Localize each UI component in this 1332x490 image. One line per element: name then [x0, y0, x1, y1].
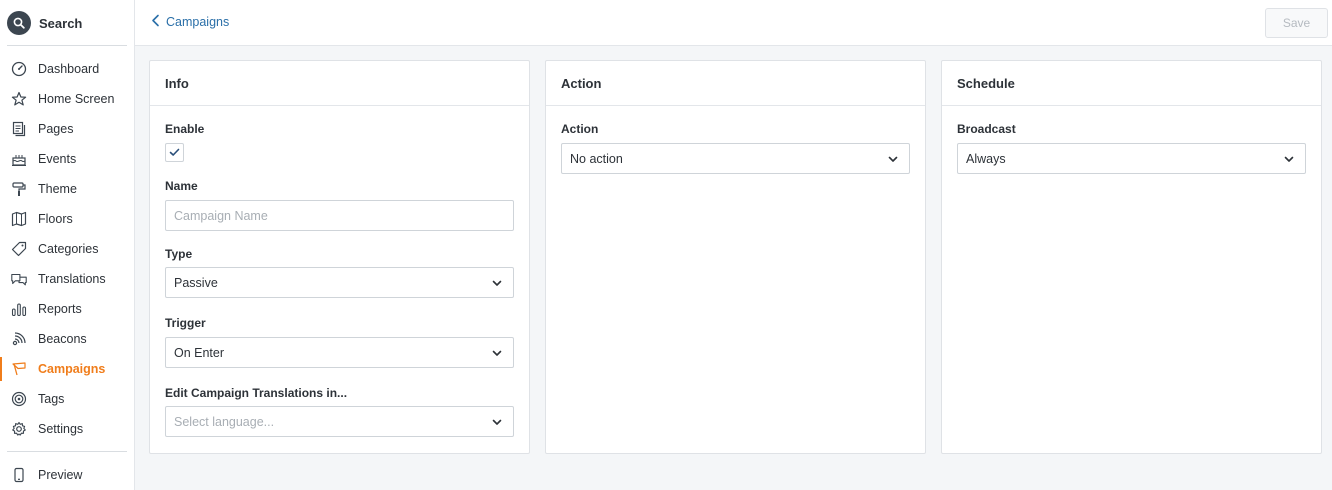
sidebar-item-label: Categories [38, 242, 99, 256]
sidebar-item-settings[interactable]: Settings [0, 414, 134, 444]
sidebar-item-pages[interactable]: Pages [0, 114, 134, 144]
chevron-down-icon [491, 347, 503, 359]
sidebar-item-categories[interactable]: Categories [0, 234, 134, 264]
action-card-title: Action [546, 61, 925, 106]
chevron-left-icon [151, 14, 160, 30]
action-label: Action [561, 122, 599, 136]
paint-roller-icon [10, 180, 28, 198]
sidebar-item-label: Beacons [38, 332, 87, 346]
translate-icon [10, 270, 28, 288]
info-card: Info Enable Name Campaign Name Type Pass… [149, 60, 530, 454]
broadcast-select[interactable]: Always [957, 143, 1306, 174]
action-select[interactable]: No action [561, 143, 910, 174]
sidebar-item-translations[interactable]: Translations [0, 264, 134, 294]
campaign-name-input[interactable]: Campaign Name [165, 200, 514, 231]
schedule-card: Schedule Broadcast Always [941, 60, 1322, 454]
name-label: Name [165, 179, 198, 193]
schedule-card-title: Schedule [942, 61, 1321, 106]
sidebar-item-label: Home Screen [38, 92, 115, 106]
sidebar-item-label: Dashboard [38, 62, 100, 76]
sidebar-divider [7, 45, 127, 46]
sidebar-item-floors[interactable]: Floors [0, 204, 134, 234]
star-icon [10, 90, 28, 108]
sidebar-item-label: Translations [38, 272, 106, 286]
sidebar-item-tags[interactable]: Tags [0, 384, 134, 414]
phone-icon [10, 466, 28, 484]
sidebar-item-label: Pages [38, 122, 74, 136]
sidebar-item-label: Tags [38, 392, 65, 406]
trigger-label: Trigger [165, 316, 206, 330]
sidebar: Search Dashboard Home Screen Pages Event… [0, 0, 135, 490]
info-card-title: Info [150, 61, 529, 106]
sidebar-item-label: Floors [38, 212, 73, 226]
back-to-campaigns-link[interactable]: Campaigns [151, 14, 229, 30]
enable-label: Enable [165, 122, 205, 136]
gauge-icon [10, 60, 28, 78]
pages-icon [10, 120, 28, 138]
sidebar-item-reports[interactable]: Reports [0, 294, 134, 324]
sidebar-item-dashboard[interactable]: Dashboard [0, 54, 134, 84]
chevron-down-icon [491, 416, 503, 428]
sidebar-divider [7, 451, 127, 452]
sidebar-item-label: Campaigns [38, 362, 106, 376]
trigger-select[interactable]: On Enter [165, 337, 514, 368]
beacon-icon [10, 330, 28, 348]
type-select-value: Passive [174, 275, 218, 290]
sidebar-item-preview[interactable]: Preview [0, 460, 134, 490]
map-icon [10, 210, 28, 228]
sidebar-item-label: Events [38, 152, 77, 166]
megaphone-icon [10, 360, 28, 378]
action-card: Action Action No action [545, 60, 926, 454]
sidebar-item-label: Settings [38, 422, 84, 436]
language-select-placeholder: Select language... [174, 414, 275, 429]
search-icon [7, 11, 31, 35]
bar-chart-icon [10, 300, 28, 318]
top-bar: Campaigns Save [135, 0, 1332, 46]
tag-icon [10, 240, 28, 258]
checkmark-icon [169, 145, 180, 160]
broadcast-label: Broadcast [957, 122, 1016, 136]
cake-icon [10, 150, 28, 168]
chevron-down-icon [491, 277, 503, 289]
type-label: Type [165, 247, 193, 261]
search-label: Search [39, 15, 83, 31]
chevron-down-icon [887, 153, 899, 165]
sidebar-item-theme[interactable]: Theme [0, 174, 134, 204]
enable-checkbox[interactable] [165, 143, 184, 162]
back-link-label: Campaigns [166, 15, 230, 29]
sidebar-nav: Dashboard Home Screen Pages Events Theme… [0, 54, 134, 444]
search-button[interactable]: Search [7, 9, 82, 37]
type-select[interactable]: Passive [165, 267, 514, 298]
sidebar-item-campaigns[interactable]: Campaigns [0, 354, 134, 384]
gear-icon [10, 420, 28, 438]
translations-label: Edit Campaign Translations in... [165, 386, 348, 400]
save-button[interactable]: Save [1265, 8, 1328, 38]
sidebar-item-label: Preview [38, 468, 83, 482]
chevron-down-icon [1283, 153, 1295, 165]
sidebar-item-label: Theme [38, 182, 77, 196]
action-select-value: No action [570, 151, 623, 166]
trigger-select-value: On Enter [174, 345, 225, 360]
broadcast-select-value: Always [966, 151, 1006, 166]
sidebar-item-events[interactable]: Events [0, 144, 134, 174]
sidebar-item-home-screen[interactable]: Home Screen [0, 84, 134, 114]
sidebar-item-label: Reports [38, 302, 82, 316]
sidebar-item-beacons[interactable]: Beacons [0, 324, 134, 354]
language-select[interactable]: Select language... [165, 406, 514, 437]
target-icon [10, 390, 28, 408]
